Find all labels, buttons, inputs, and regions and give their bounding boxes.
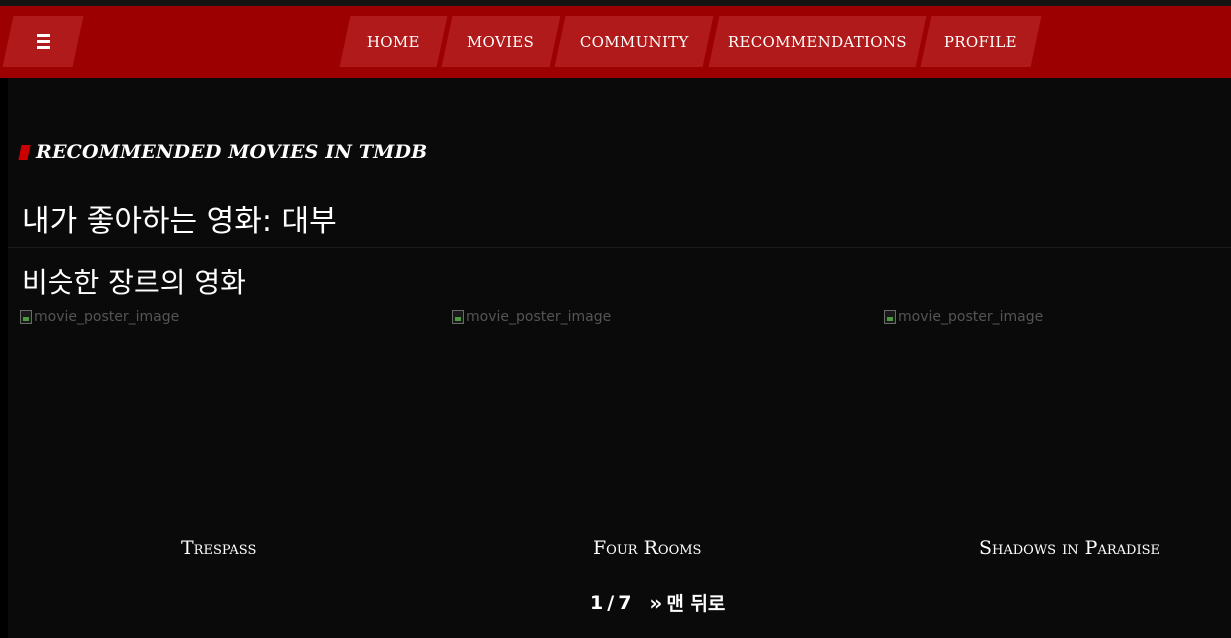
movie-card: movie_poster_image Four Rooms <box>452 309 862 569</box>
left-edge-bar <box>0 78 8 638</box>
nav-item-recommendations[interactable]: RECOMMENDATIONS <box>708 16 927 67</box>
nav-item-label: RECOMMENDATIONS <box>728 32 907 51</box>
pagination: 1 / 7 » 맨 뒤로 <box>590 589 725 616</box>
nav-item-movies[interactable]: MOVIES <box>441 16 561 67</box>
poster-alt-text: movie_poster_image <box>466 309 612 325</box>
current-page: 1 <box>590 591 604 614</box>
movie-poster[interactable]: movie_poster_image <box>884 309 1224 519</box>
poster-alt-text: movie_poster_image <box>34 309 180 325</box>
title-accent-bar <box>18 144 31 160</box>
broken-image-icon <box>20 310 32 324</box>
menu-toggle-button[interactable] <box>2 16 84 67</box>
page-separator: / <box>607 591 615 614</box>
nav-item-home[interactable]: HOME <box>339 16 448 67</box>
nav-item-community[interactable]: COMMUNITY <box>554 16 714 67</box>
total-pages: 7 <box>618 591 632 614</box>
similar-genre-heading: 비슷한 장르의 영화 <box>22 266 246 299</box>
favorite-movie-heading: 내가 좋아하는 영화: 대부 <box>22 204 337 239</box>
double-chevron-right-icon[interactable]: » <box>649 591 662 615</box>
section-title-text: RECOMMENDED MOVIES IN TMDB <box>36 141 428 163</box>
broken-image-icon <box>452 310 464 324</box>
movie-poster[interactable]: movie_poster_image <box>452 309 862 519</box>
nav-item-profile[interactable]: PROFILE <box>920 16 1042 67</box>
nav-item-label: PROFILE <box>944 32 1018 51</box>
movie-card: movie_poster_image Trespass <box>20 309 430 569</box>
movie-title[interactable]: Four Rooms <box>593 537 701 559</box>
movie-card: movie_poster_image Shadows in Paradise <box>884 309 1224 569</box>
poster-alt-text: movie_poster_image <box>898 309 1044 325</box>
nav-item-label: COMMUNITY <box>579 32 689 51</box>
nav-item-label: MOVIES <box>467 32 535 51</box>
nav-item-label: HOME <box>367 32 420 51</box>
divider <box>8 247 1231 248</box>
movie-poster[interactable]: movie_poster_image <box>20 309 430 519</box>
movie-title[interactable]: Shadows in Paradise <box>979 537 1160 559</box>
navbar: HOME MOVIES COMMUNITY RECOMMENDATIONS PR… <box>0 6 1231 78</box>
last-page-link[interactable]: 맨 뒤로 <box>666 589 725 616</box>
section-title: RECOMMENDED MOVIES IN TMDB <box>18 141 428 163</box>
hamburger-menu-icon <box>36 34 50 49</box>
movie-title[interactable]: Trespass <box>181 537 256 559</box>
broken-image-icon <box>884 310 896 324</box>
